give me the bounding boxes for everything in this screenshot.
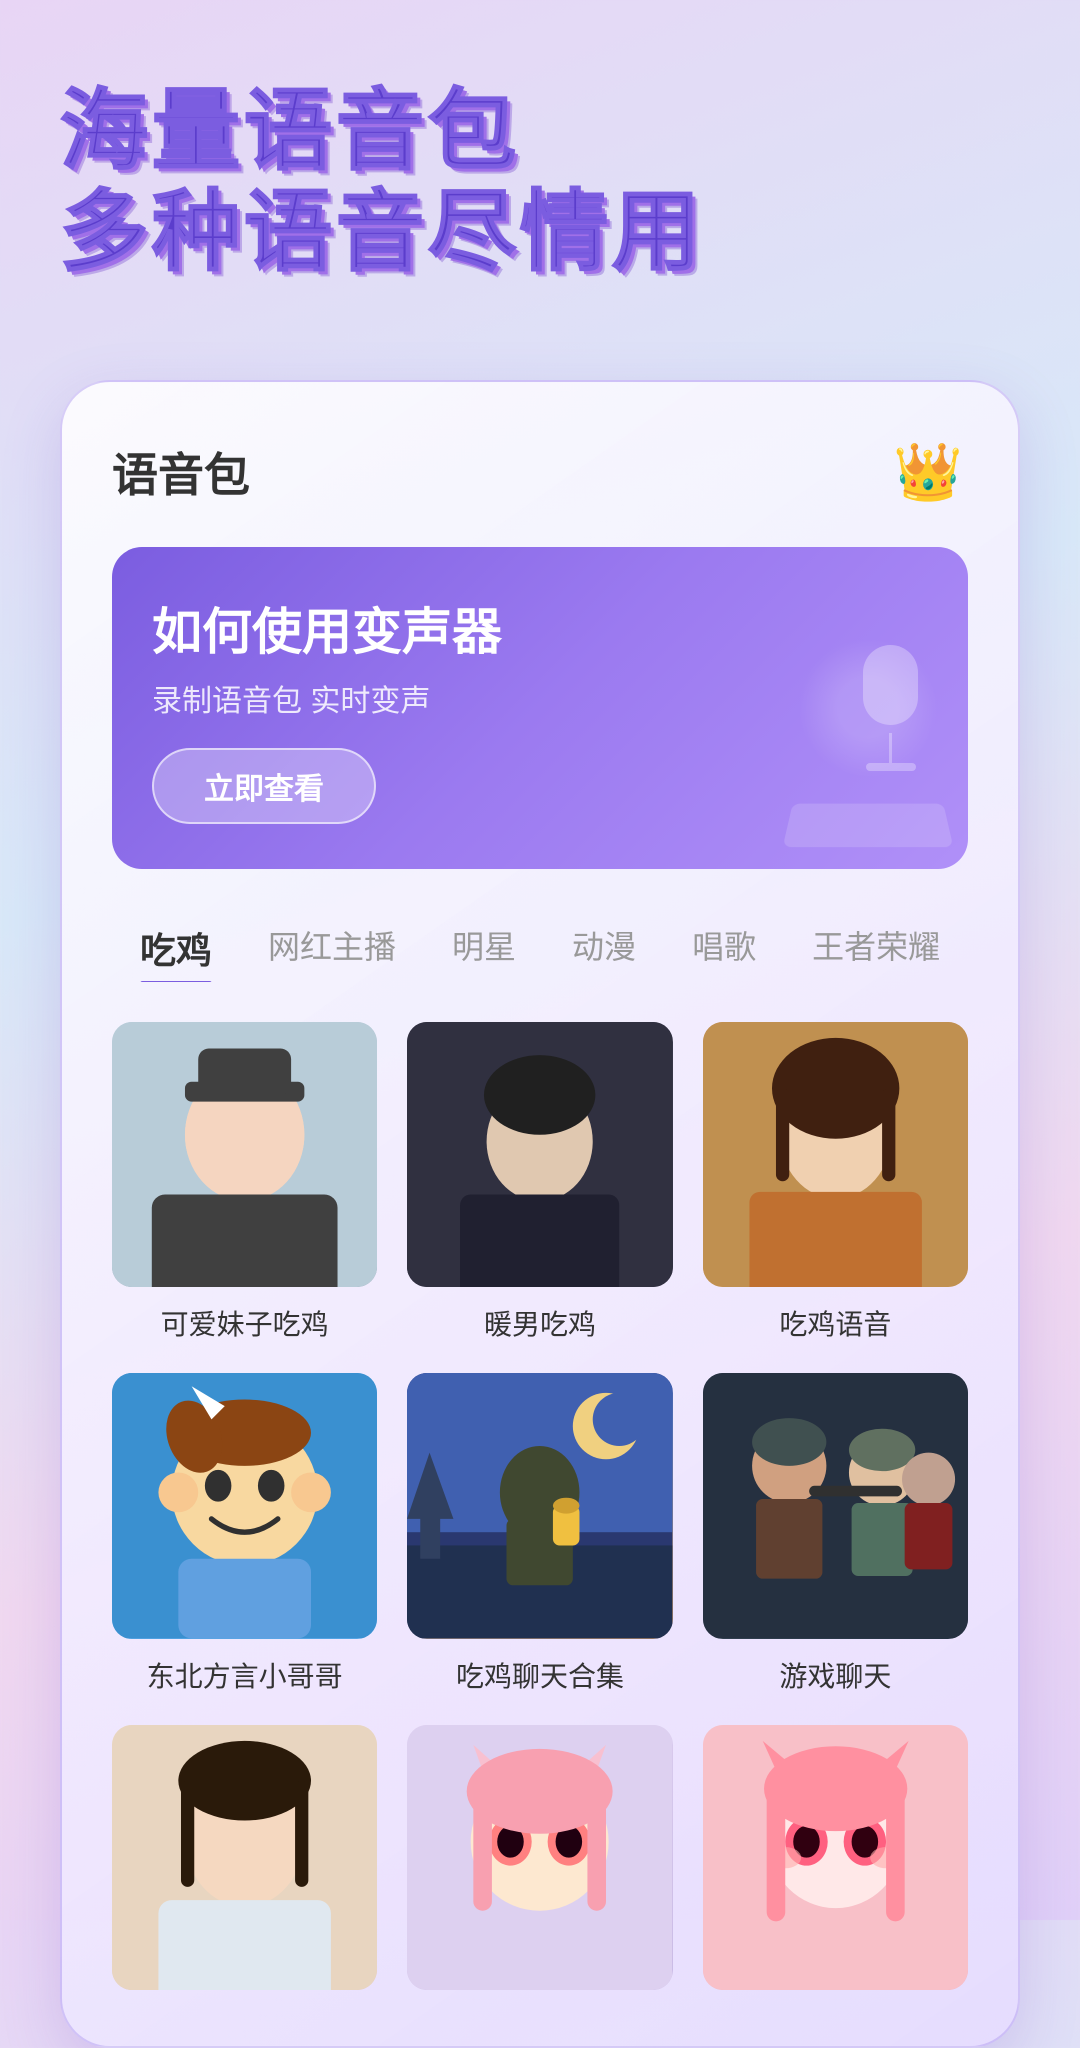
character-visual (703, 1373, 968, 1638)
list-item[interactable]: 游戏聊天 (703, 1373, 968, 1694)
pack-image (703, 1373, 968, 1638)
character-visual (407, 1022, 672, 1287)
tab-chicken[interactable]: 吃鸡 (112, 914, 240, 982)
pack-label: 可爱妹子吃鸡 (161, 1303, 329, 1343)
pack-label: 游戏聊天 (779, 1655, 891, 1695)
tab-anime[interactable]: 动漫 (544, 914, 664, 982)
mic-base (866, 763, 916, 771)
tab-celebrity[interactable]: 明星 (424, 914, 544, 982)
tab-singing[interactable]: 唱歌 (664, 914, 784, 982)
banner-button[interactable]: 立即查看 (152, 748, 376, 824)
platform-visual (783, 804, 954, 847)
crown-icon: 👑 (888, 432, 968, 512)
list-item[interactable] (112, 1725, 377, 2006)
pack-image (112, 1725, 377, 1990)
pack-image (703, 1725, 968, 1990)
tab-honor[interactable]: 王者荣耀 (784, 914, 968, 982)
banner-subtitle: 录制语音包 实时变声 (152, 676, 928, 720)
character-visual (407, 1373, 672, 1638)
card-title: 语音包 (112, 439, 250, 505)
hero-line2: 多种语音尽情用 (60, 181, 704, 282)
main-card: 语音包 👑 如何使用变声器 录制语音包 实时变声 立即查看 吃鸡 网红主播 明星… (60, 380, 1020, 2048)
list-item[interactable] (703, 1725, 968, 2006)
list-item[interactable]: 吃鸡聊天合集 (407, 1373, 672, 1694)
character-visual (112, 1725, 377, 1990)
hero-line1: 海量语音包 (60, 80, 704, 181)
pack-image (703, 1022, 968, 1287)
character-visual (703, 1725, 968, 1990)
character-visual (112, 1373, 377, 1638)
list-item[interactable]: 东北方言小哥哥 (112, 1373, 377, 1694)
pack-image: AD (407, 1022, 672, 1287)
banner-title: 如何使用变声器 (152, 592, 928, 664)
list-item[interactable]: AD 暖男吃鸡 (407, 1022, 672, 1343)
hero-section: 海量语音包 多种语音尽情用 (60, 80, 704, 282)
mic-stand (889, 733, 892, 763)
tutorial-banner: 如何使用变声器 录制语音包 实时变声 立即查看 (112, 547, 968, 869)
pack-image (407, 1373, 672, 1638)
card-header: 语音包 👑 (112, 432, 968, 512)
character-visual (407, 1725, 672, 1990)
category-tabs: 吃鸡 网红主播 明星 动漫 唱歌 王者荣耀 (112, 914, 968, 982)
list-item[interactable]: ♡ 可爱妹子吃鸡 (112, 1022, 377, 1343)
pack-label: 吃鸡聊天合集 (456, 1655, 624, 1695)
voice-pack-grid: ♡ 可爱妹子吃鸡 AD (112, 1022, 968, 2006)
tab-influencer[interactable]: 网红主播 (240, 914, 424, 982)
pack-label: 吃鸡语音 (779, 1303, 891, 1343)
pack-image (407, 1725, 672, 1990)
mic-body (863, 645, 918, 725)
list-item[interactable] (407, 1725, 672, 2006)
pack-label: 东北方言小哥哥 (147, 1655, 343, 1695)
pack-image (112, 1373, 377, 1638)
list-item[interactable]: 吃鸡语音 (703, 1022, 968, 1343)
character-visual (112, 1022, 377, 1287)
pack-label: 暖男吃鸡 (484, 1303, 596, 1343)
character-visual (703, 1022, 968, 1287)
mic-visual (863, 645, 918, 771)
pack-image: ♡ (112, 1022, 377, 1287)
